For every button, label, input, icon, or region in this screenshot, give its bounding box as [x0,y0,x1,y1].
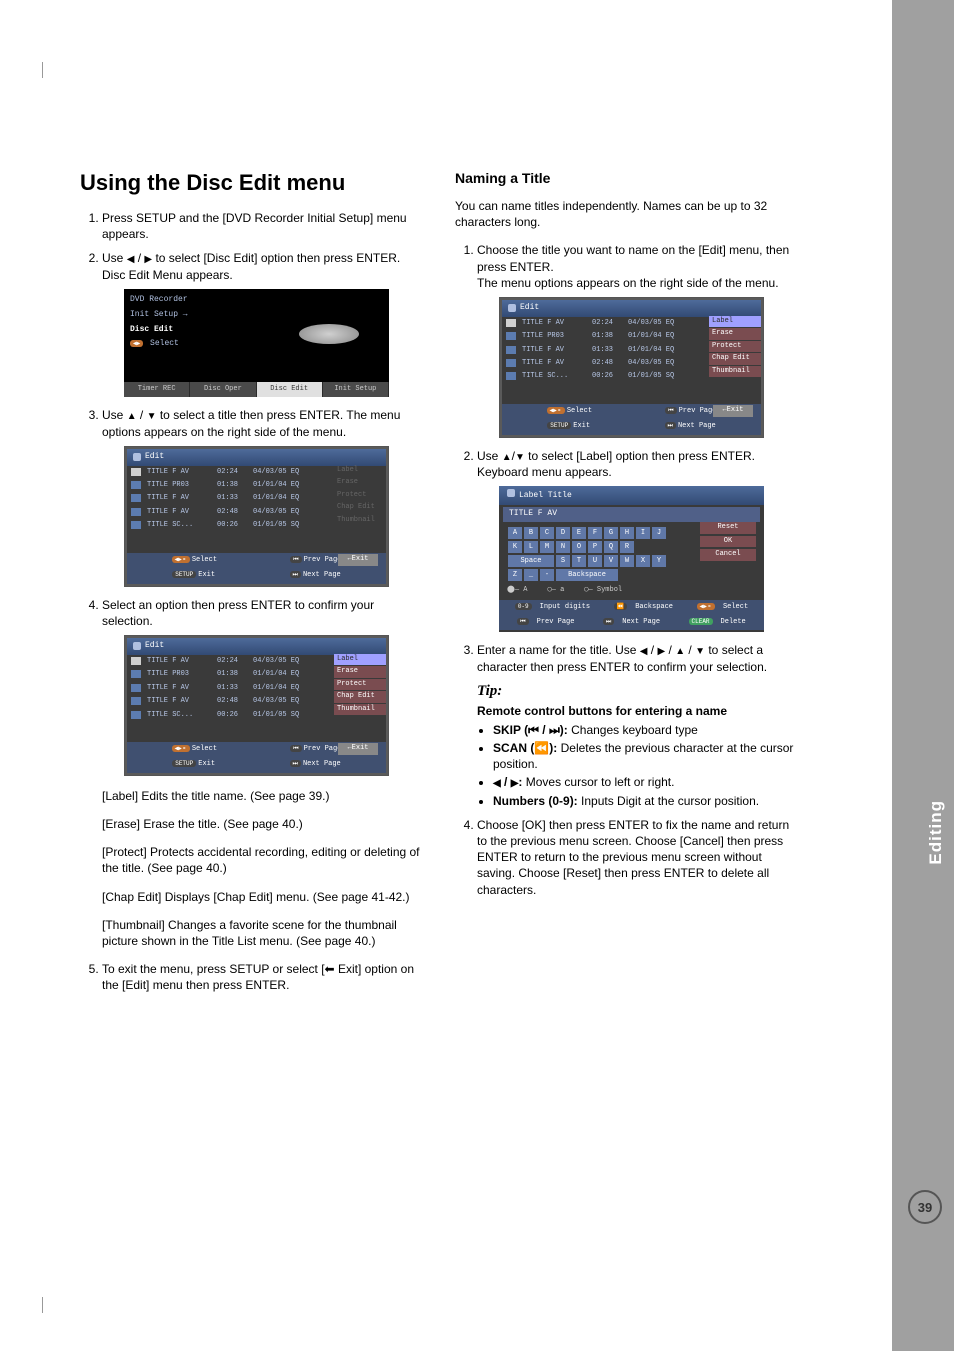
context-menu: Label Erase Protect Chap Edit Thumbnail [334,654,386,716]
screenshot-edit-list-dim: Edit TITLE F AV02:2404/03/05 EQ TITLE PR… [124,446,389,587]
step-2: Use ◀ / ▶ to select [Disc Edit] option t… [102,250,425,397]
heading-main: Using the Disc Edit menu [80,170,425,196]
right-arrow-icon: ▶ [657,646,665,657]
screenshot-keyboard: Label Title TITLE F AV ABCDEFGHI JKLMNOP… [499,486,764,632]
step-3: Use ▲ / ▼ to select a title then press E… [102,407,425,587]
tip-cursor: ◀ / ▶: Moves cursor to left or right. [493,774,800,791]
step-1: Press SETUP and the [DVD Recorder Initia… [102,210,425,242]
desc-erase: [Erase] Erase the title. (See page 40.) [102,816,425,832]
crop-mark [42,1297,43,1313]
step-5: To exit the menu, press SETUP or select … [102,961,425,993]
tab-timer-rec: Timer REC [124,382,190,397]
tip-heading: Remote control buttons for entering a na… [477,704,727,718]
kbd-keys: ABCDEFGHI JKLMNOPQR SpaceSTUVW XYZ_-Back… [507,526,667,582]
tip-label: Tip: [477,681,800,701]
down-arrow-icon: ▼ [515,452,525,463]
right-arrow-icon: ▶ [144,254,152,265]
context-menu-dim: Label Erase Protect Chap Edit Thumbnail [334,465,386,527]
menu-protect: Protect [334,679,386,690]
r-step-2: Use ▲/▼ to select [Label] option then pr… [477,448,800,633]
left-arrow-icon: ◀ [493,778,501,789]
tip-scan: SCAN (⏪): Deletes the previous character… [493,740,800,772]
side-tab: Editing 39 [892,0,954,1351]
kbd-cancel: Cancel [700,549,756,560]
desc-thumbnail: [Thumbnail] Changes a favorite scene for… [102,917,425,949]
desc-label: [Label] Edits the title name. (See page … [102,788,425,804]
intro-text: You can name titles independently. Names… [455,198,800,230]
tab-init-setup: Init Setup [323,382,389,397]
skip-back-icon: ⏮ [528,723,539,737]
tab-disc-oper: Disc Oper [190,382,256,397]
context-menu: Label Erase Protect Chap Edit Thumbnail [709,316,761,378]
down-arrow-icon: ▼ [147,411,157,422]
left-column: Using the Disc Edit menu Press SETUP and… [80,60,425,1002]
r-step-3: Enter a name for the title. Use ◀ / ▶ / … [477,642,800,808]
up-arrow-icon: ▲ [127,411,137,422]
right-column: Naming a Title You can name titles indep… [455,60,800,1002]
menu-erase: Erase [334,666,386,677]
r-step-4: Choose [OK] then press ENTER to fix the … [477,817,800,898]
kbd-controls: Reset OK Cancel [700,522,756,562]
up-arrow-icon: ▲ [675,646,685,657]
page-number: 39 [908,1190,942,1224]
skip-fwd-icon: ⏭ [549,723,560,737]
exit-button: ←Exit [338,743,378,754]
heading-naming: Naming a Title [455,170,800,186]
kbd-reset: Reset [700,522,756,533]
exit-button: ←Exit [713,405,753,416]
disc-graphic [299,324,359,344]
return-arrow-icon: ⬅ [325,962,335,976]
tab-disc-edit: Disc Edit [257,382,323,397]
r-step-1: Choose the title you want to name on the… [477,242,800,437]
kbd-titlebar: TITLE F AV [503,507,760,522]
side-tab-label: Editing [926,800,946,865]
step-4: Select an option then press ENTER to con… [102,597,425,950]
screenshot-edit-list-right: Edit TITLE F AV02:2404/03/05 EQ TITLE PR… [499,297,764,438]
menu-chap-edit: Chap Edit [334,691,386,702]
up-arrow-icon: ▲ [502,452,512,463]
left-arrow-icon: ◀ [640,646,648,657]
desc-protect: [Protect] Protects accidental recording,… [102,844,425,876]
tip-numbers: Numbers (0-9): Inputs Digit at the curso… [493,793,800,809]
screenshot-setup-menu: DVD Recorder Init Setup → Disc Edit ◀▶◀▶… [124,289,389,397]
crop-mark [42,62,43,78]
kbd-ok: OK [700,536,756,547]
tip-skip: SKIP (⏮ / ⏭): Changes keyboard type [493,722,800,738]
menu-label: Label [334,654,386,665]
screenshot-edit-list-active: Edit TITLE F AV02:2404/03/05 EQ TITLE PR… [124,635,389,776]
desc-chap-edit: [Chap Edit] Displays [Chap Edit] menu. (… [102,889,425,905]
down-arrow-icon: ▼ [695,646,705,657]
menu-thumbnail: Thumbnail [334,704,386,715]
nav-badge: ◀▶ [130,340,143,347]
scan-back-icon: ⏪ [534,741,549,755]
exit-button: ←Exit [338,554,378,565]
